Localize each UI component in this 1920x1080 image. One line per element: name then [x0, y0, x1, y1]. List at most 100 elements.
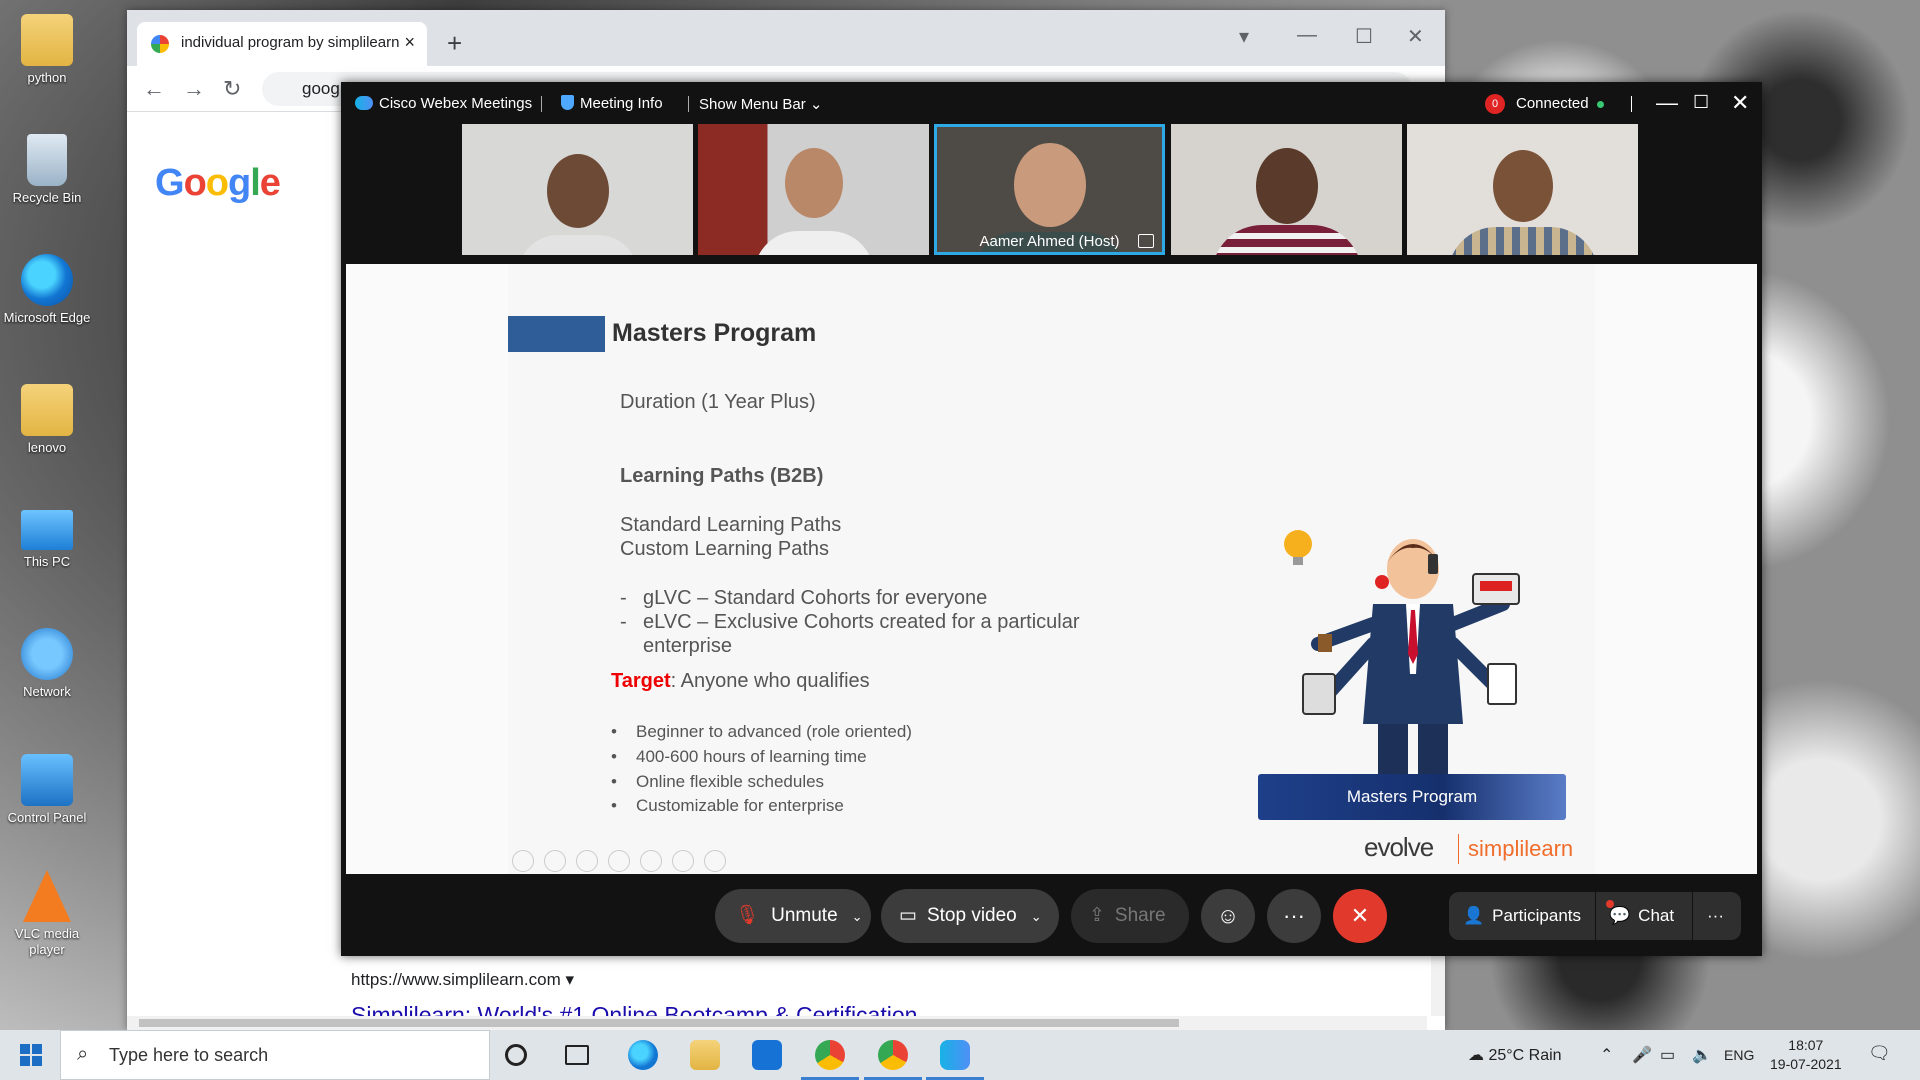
tab-search-icon[interactable]: ▾ [1239, 24, 1249, 49]
slide-cohort-item: enterprise [643, 635, 732, 657]
tab-title: individual program by simplilearn [181, 34, 400, 51]
google-logo[interactable]: Google [155, 162, 281, 205]
video-tile-active[interactable]: Aamer Ahmed (Host) [934, 124, 1165, 255]
forward-icon[interactable]: → [183, 76, 205, 102]
participants-button[interactable]: 👤 Participants [1463, 892, 1581, 940]
file-explorer-icon[interactable] [690, 1040, 720, 1070]
language-indicator[interactable]: ENG [1724, 1047, 1754, 1063]
slide-bullet: 400-600 hours of learning time [611, 747, 867, 767]
leave-meeting-icon[interactable]: ✕ [1333, 889, 1387, 943]
slide-learning-paths-heading: Learning Paths (B2B) [620, 465, 824, 487]
desktop-icon-network[interactable]: Network [0, 628, 94, 700]
slide-bullet: Online flexible schedules [611, 772, 824, 792]
desktop-icon-label: lenovo [27, 440, 67, 455]
maximize-icon[interactable]: ☐ [1693, 92, 1709, 113]
minimize-icon[interactable]: — [1656, 90, 1678, 116]
network-icon [21, 628, 73, 680]
tray-chevron-up-icon[interactable]: ⌃ [1600, 1045, 1613, 1065]
person-icon: 👤 [1463, 906, 1485, 925]
desktop-icon-edge[interactable]: Microsoft Edge [0, 254, 94, 326]
close-tab-icon[interactable]: × [404, 32, 415, 53]
copy-icon[interactable] [608, 850, 630, 872]
chevron-down-icon[interactable]: ⌄ [1031, 909, 1042, 924]
webex-taskbar-icon[interactable] [940, 1040, 970, 1070]
participant-video [1492, 150, 1553, 222]
video-tile[interactable] [1171, 124, 1402, 255]
presentation-slide: Masters Program Duration (1 Year Plus) L… [508, 264, 1595, 874]
maximize-icon[interactable]: ☐ [1355, 24, 1373, 49]
webex-title-bar: Cisco Webex Meetings Meeting Info Show M… [341, 82, 1762, 124]
desktop-icon-label: python [27, 70, 67, 85]
desktop-icon-lenovo[interactable]: lenovo [0, 384, 94, 456]
desktop-icon-python[interactable]: python [0, 14, 94, 86]
chevron-down-icon[interactable]: ⌄ [852, 909, 863, 924]
clock-time: 18:07 [1788, 1037, 1824, 1053]
chrome-taskbar-icon[interactable] [815, 1040, 845, 1070]
edge-taskbar-icon[interactable] [628, 1040, 658, 1070]
recycle-bin-icon [27, 134, 67, 186]
horizontal-scrollbar[interactable] [127, 1016, 1427, 1030]
close-window-icon[interactable]: ✕ [1407, 24, 1424, 49]
result-url[interactable]: https://www.simplilearn.com ▾ [351, 970, 574, 990]
weather-text: 25°C Rain [1488, 1047, 1562, 1064]
slide-path-item: Custom Learning Paths [620, 538, 830, 560]
unmute-button[interactable]: 🎙 Unmute ⌄ [715, 889, 871, 943]
microphone-icon[interactable]: 🎤 [1632, 1045, 1652, 1065]
back-icon[interactable]: ← [143, 76, 165, 102]
computer-icon [21, 510, 73, 550]
chrome-tab[interactable]: individual program by simplilearn × [137, 22, 427, 66]
muted-mic-icon: 🎙 [735, 905, 760, 926]
chrome-profile-taskbar-icon[interactable] [878, 1040, 908, 1070]
reload-icon[interactable]: ↻ [223, 76, 241, 102]
task-view-icon[interactable] [565, 1045, 589, 1065]
slide-cohort-item: gLVC – Standard Cohorts for everyone [643, 587, 988, 609]
chevron-down-icon: ⌄ [809, 96, 823, 113]
more-icon[interactable] [704, 850, 726, 872]
taskbar-clock[interactable]: 18:07 19-07-2021 [1770, 1036, 1842, 1074]
mail-icon[interactable] [752, 1040, 782, 1070]
stop-video-button[interactable]: ▭ Stop video ⌄ [881, 889, 1059, 943]
meeting-info-button[interactable]: Meeting Info [561, 95, 663, 112]
battery-icon[interactable]: ▭ [1660, 1045, 1675, 1065]
prev-slide-icon[interactable] [512, 850, 534, 872]
new-tab-button[interactable]: + [447, 30, 462, 56]
desktop-icon-this-pc[interactable]: This PC [0, 510, 94, 570]
close-window-icon[interactable]: ✕ [1731, 90, 1749, 116]
slide-title: Masters Program [612, 319, 817, 347]
search-icon: ⌕ [77, 1043, 89, 1065]
evolve-logo: evolve [1364, 832, 1434, 862]
reactions-icon[interactable]: ☺ [1201, 889, 1255, 943]
volume-icon[interactable]: 🔈 [1692, 1045, 1712, 1065]
windows-start-icon[interactable] [20, 1044, 42, 1066]
host-name-label: Aamer Ahmed (Host) [979, 233, 1120, 250]
desktop-icon-control-panel[interactable]: Control Panel [0, 754, 94, 826]
share-button[interactable]: ⇪ Share [1071, 889, 1189, 943]
more-options-icon[interactable]: ··· [1267, 889, 1321, 943]
pen-icon[interactable] [576, 850, 598, 872]
clock-date: 19-07-2021 [1770, 1056, 1842, 1072]
video-tile[interactable] [1407, 124, 1638, 255]
weather-widget[interactable]: ☁ 25°C Rain [1468, 1045, 1562, 1065]
desktop-icon-recycle-bin[interactable]: Recycle Bin [0, 134, 94, 206]
video-tile[interactable] [462, 124, 693, 255]
next-slide-icon[interactable] [544, 850, 566, 872]
video-tile[interactable] [698, 124, 929, 255]
desktop-icon-label: Network [23, 684, 71, 699]
subtitle-icon[interactable] [672, 850, 694, 872]
slide-title-accent [508, 316, 605, 352]
show-menu-bar-button[interactable]: Show Menu Bar ⌄ [699, 95, 822, 113]
folder-icon [21, 14, 73, 66]
notifications-icon[interactable]: 🗨 [1868, 1043, 1891, 1064]
recording-badge: 0 [1485, 94, 1505, 114]
slide-badge: Masters Program [1258, 774, 1566, 820]
desktop-icon-label: Microsoft Edge [3, 310, 91, 325]
desktop-icon-vlc[interactable]: VLC media player [0, 870, 94, 958]
slide-toolbar[interactable] [512, 850, 736, 874]
minimize-icon[interactable]: — [1297, 24, 1317, 47]
chat-bubble-icon: 💬 [1609, 906, 1631, 925]
taskbar-search-input[interactable]: ⌕ Type here to search [60, 1030, 490, 1080]
chat-button[interactable]: 💬 Chat [1609, 892, 1674, 940]
more-panels-icon[interactable]: ··· [1707, 892, 1724, 940]
cortana-icon[interactable] [505, 1044, 527, 1066]
zoom-icon[interactable] [640, 850, 662, 872]
